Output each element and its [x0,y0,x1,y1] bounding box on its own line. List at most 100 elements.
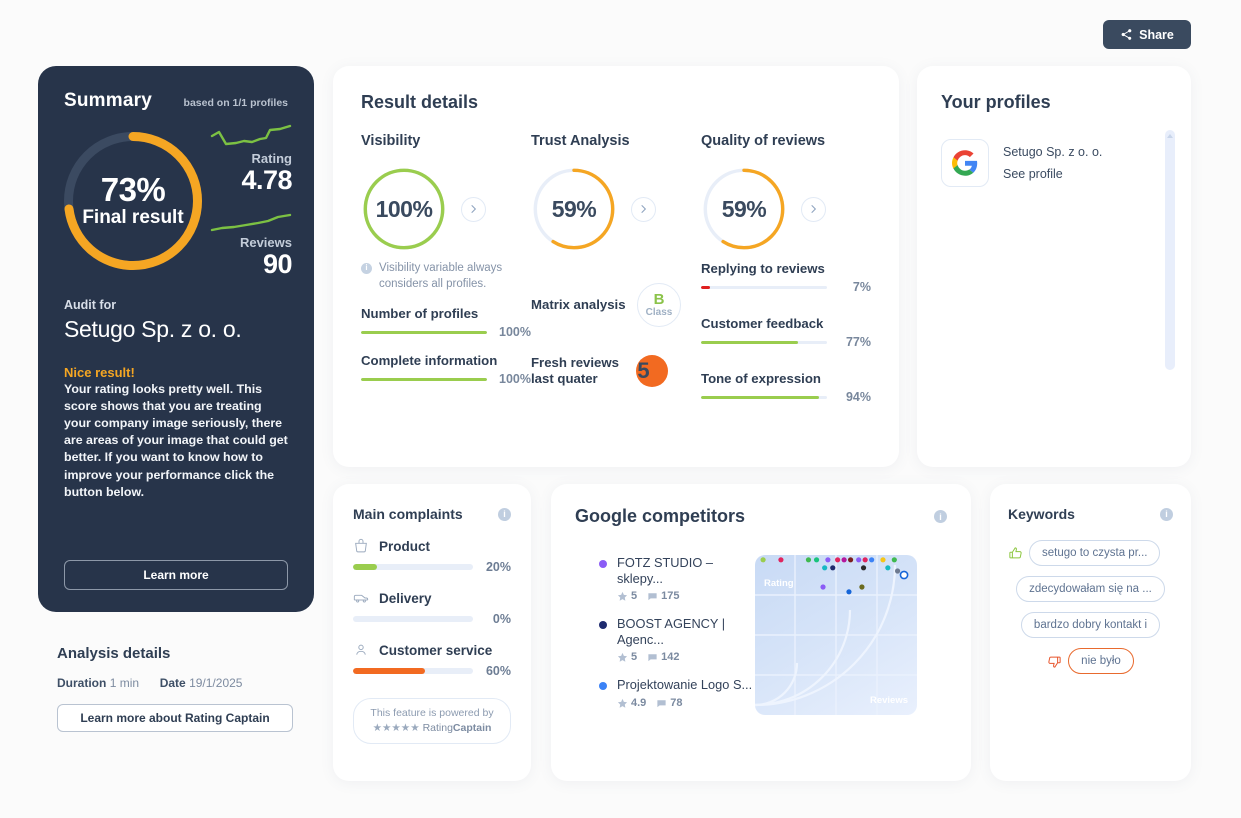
scatter-x-axis-label: Reviews [870,695,908,706]
metric-bar [361,331,487,334]
scatter-y-axis-label: Rating [764,578,794,589]
metric-value: 94% [835,390,871,404]
comment-icon [656,698,667,709]
metric-replying-to-reviews: Replying to reviews 7% [701,261,871,294]
keywords-card: Keywords i setugo to czysta pr... zdecyd… [990,484,1191,781]
van-icon [353,590,369,606]
learn-more-button[interactable]: Learn more [64,560,288,590]
scatter-point [842,557,847,562]
quality-of-reviews-value: 59% [701,166,787,252]
rating-label: Rating [184,152,292,166]
metric-number-of-profiles: Number of profiles 100% [361,306,531,339]
final-result-label: Final result [82,207,183,229]
keyword-chip[interactable]: bardzo dobry kontakt i [1021,612,1160,638]
list-item[interactable]: BOOST AGENCY | Agenc... 5 142 [599,616,755,663]
competitor-rating: 5 [617,651,637,663]
metric-label: Number of profiles [361,306,531,321]
scatter-point [885,565,890,570]
complaint-label: Customer service [379,643,492,658]
metric-label: Tone of expression [701,371,871,386]
keyword-chip[interactable]: zdecydowałam się na ... [1016,576,1165,602]
scatter-point [822,565,827,570]
matrix-class-letter: B [654,292,665,307]
profile-list-item[interactable]: Setugo Sp. z o. o. See profile [941,139,1167,187]
scatter-point [825,557,830,562]
complaint-value: 0% [481,612,511,626]
gauge-visibility: Visibility 100% [361,133,531,259]
star-icon [617,652,628,663]
summary-card: Summary based on 1/1 profiles 73% Final … [38,66,314,612]
complaint-bar [353,616,473,622]
metric-value: 100% [495,372,531,386]
competitor-reviews: 78 [656,697,682,709]
scatter-point [846,589,851,594]
competitor-name: FOTZ STUDIO – sklepy... [617,555,755,586]
your-profiles-card: Your profiles Setugo Sp. z o. o. See pro… [917,66,1191,467]
list-item[interactable]: Projektowanie Logo S... 4.9 78 [599,677,755,709]
duration-label: Duration [57,676,106,690]
summary-title: Summary [64,90,152,112]
google-competitors-card: Google competitors i FOTZ STUDIO – sklep… [551,484,971,781]
share-button[interactable]: Share [1103,20,1191,49]
scatter-point [880,557,885,562]
metric-bar [361,378,487,381]
visibility-details-button[interactable] [461,197,486,222]
complaint-delivery: Delivery 0% [353,590,511,626]
fresh-reviews-value: 5 [627,349,671,393]
powered-by-brand-a: Rating [423,722,453,734]
metric-complete-information: Complete information 100% [361,353,531,386]
profiles-scrollbar[interactable] [1165,130,1175,370]
fresh-reviews: Fresh reviews last quater 5 [531,349,701,393]
scatter-point-self [900,571,907,578]
keyword-chip[interactable]: nie było [1068,648,1134,674]
info-icon[interactable]: i [934,510,947,523]
metric-customer-feedback: Customer feedback 77% [701,316,871,349]
metric-label: Complete information [361,353,531,368]
reviews-value: 90 [184,250,292,278]
metric-label: Replying to reviews [701,261,871,276]
scatter-point [869,557,874,562]
learn-more-about-rating-captain-button[interactable]: Learn more about Rating Captain [57,704,293,732]
matrix-class-badge: B Class [637,283,681,327]
date-value: 19/1/2025 [189,676,242,690]
quality-of-reviews-details-button[interactable] [801,197,826,222]
nice-result-body: Your rating looks pretty well. This scor… [64,381,288,501]
competitor-reviews-value: 142 [661,651,679,663]
competitor-name: Projektowanie Logo S... [617,677,752,693]
list-item[interactable]: FOTZ STUDIO – sklepy... 5 175 [599,555,755,602]
complaint-value: 60% [481,664,511,678]
google-icon [941,139,989,187]
info-icon[interactable]: i [1160,508,1173,521]
chevron-right-icon [640,205,648,213]
visibility-note: i Visibility variable always considers a… [361,261,531,292]
competitors-scatter-chart: Rating Reviews [755,555,917,715]
info-icon[interactable]: i [498,508,511,521]
dashboard-page: Share Summary based on 1/1 profiles 73% … [0,0,1241,818]
scatter-point [814,557,819,562]
scatter-point [778,557,783,562]
summary-based-on: based on 1/1 profiles [184,97,288,112]
gauge-label: Quality of reviews [701,133,871,149]
see-profile-link[interactable]: See profile [1003,167,1102,181]
competitor-rating: 5 [617,590,637,602]
visibility-metrics: i Visibility variable always considers a… [361,261,531,404]
keyword-chip[interactable]: setugo to czysta pr... [1029,540,1160,566]
share-icon [1120,28,1133,41]
person-icon [353,642,369,658]
fresh-reviews-badge: 5 [627,349,671,393]
competitor-color-dot [599,682,607,690]
gauge-quality-of-reviews: Quality of reviews 59% [701,133,871,259]
complaint-label: Product [379,539,430,554]
trust-analysis-value: 59% [531,166,617,252]
visibility-value: 100% [361,166,447,252]
chevron-right-icon [810,205,818,213]
share-label: Share [1139,28,1174,42]
metric-value: 7% [835,280,871,294]
competitor-rating-value: 4.9 [631,697,646,709]
metric-bar [701,341,827,344]
scatter-point [761,557,766,562]
keyword-row: bardzo dobry kontakt i [1008,612,1173,638]
trust-analysis-details-button[interactable] [631,197,656,222]
metric-bar [701,286,827,289]
fresh-reviews-label: Fresh reviews last quater [531,355,627,388]
